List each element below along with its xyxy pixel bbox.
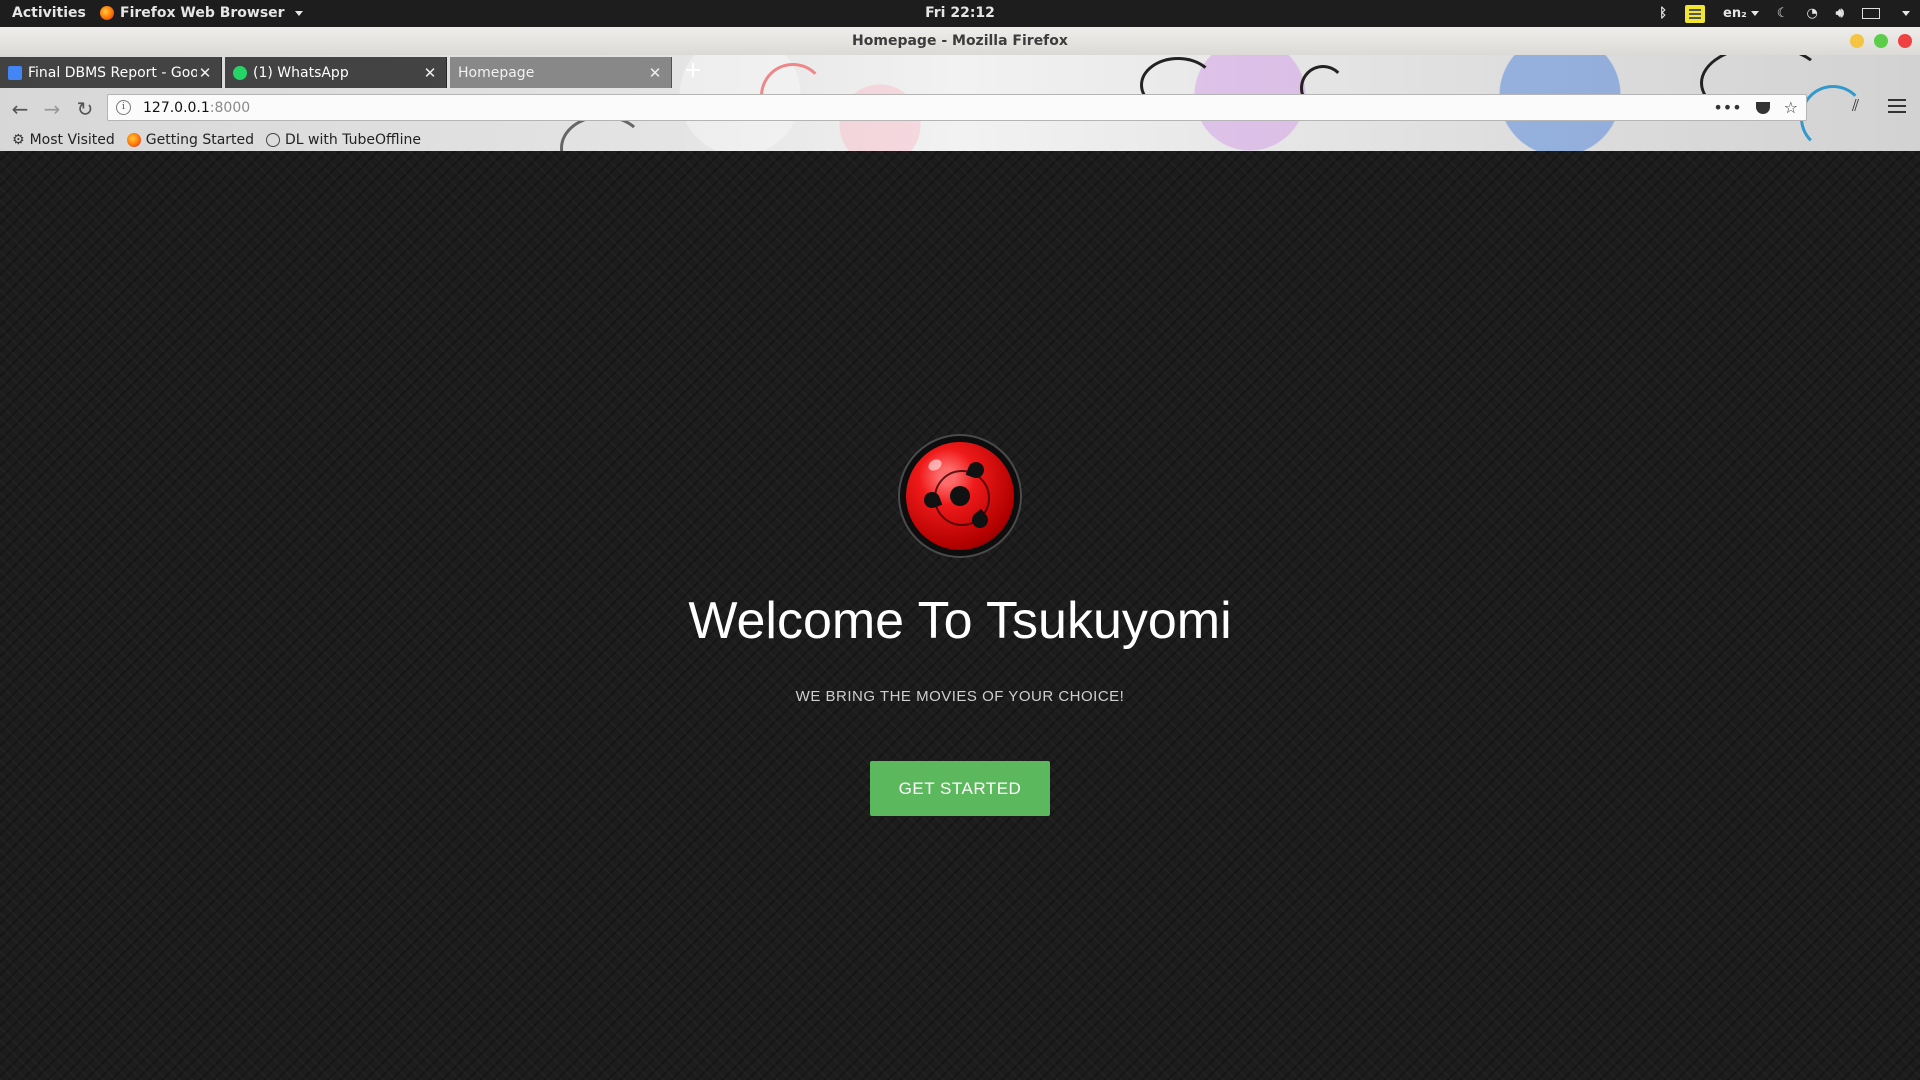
window-title: Homepage - Mozilla Firefox	[852, 33, 1068, 49]
site-info-icon[interactable]: i	[116, 100, 131, 115]
clock-wrap: Fri 22:12	[0, 5, 1920, 21]
wifi-icon[interactable]: ◔	[1806, 6, 1817, 21]
docs-icon	[8, 65, 22, 80]
bookmark-star-icon[interactable]: ☆	[1784, 98, 1798, 117]
globe-icon	[266, 133, 281, 147]
page-actions-icon[interactable]: •••	[1713, 98, 1741, 117]
logo-glint	[926, 457, 944, 473]
bookmark-label: Getting Started	[145, 132, 255, 148]
forward-button[interactable]: →	[38, 96, 66, 122]
volume-icon[interactable]: 🔊︎	[1836, 6, 1844, 21]
firefox-icon	[126, 133, 141, 147]
night-light-icon[interactable]: ☾	[1777, 6, 1789, 21]
page-tagline: WE BRING THE MOVIES OF YOUR CHOICE!	[795, 688, 1125, 705]
pocket-icon[interactable]	[1755, 101, 1770, 114]
bookmark-label: DL with TubeOffline	[285, 132, 421, 148]
library-icon[interactable]: ⫽	[1852, 98, 1868, 114]
tab-label: Homepage	[458, 64, 535, 81]
tab-homepage[interactable]: Homepage ✕	[450, 57, 672, 88]
hamburger-menu-icon[interactable]	[1888, 99, 1906, 113]
bookmarks-toolbar: ⚙ Most Visited Getting Started DL with T…	[0, 129, 1920, 151]
tab-strip: Final DBMS Report - Goo ✕ (1) WhatsApp ✕…	[0, 55, 1920, 89]
close-window-button[interactable]	[1898, 34, 1912, 48]
logo-pupil	[950, 486, 970, 506]
window-title-bar: Homepage - Mozilla Firefox	[0, 27, 1920, 55]
logo-iris	[906, 442, 1014, 550]
tab-docs[interactable]: Final DBMS Report - Goo ✕	[0, 57, 222, 88]
tab-label: Final DBMS Report - Goo	[28, 64, 197, 81]
url-bar[interactable]: i 127.0.0.1:8000 ••• ☆	[107, 94, 1807, 121]
close-icon[interactable]: ✕	[197, 64, 213, 82]
window-controls	[1850, 34, 1912, 48]
bluetooth-icon[interactable]: ᛒ	[1659, 6, 1667, 21]
close-icon[interactable]: ✕	[422, 64, 438, 82]
minimize-button[interactable]	[1850, 34, 1864, 48]
system-top-bar: Activities Firefox Web Browser Fri 22:12…	[0, 0, 1920, 27]
close-icon[interactable]: ✕	[647, 64, 663, 82]
input-method-label: en₂	[1723, 6, 1747, 21]
page-viewport: Welcome To Tsukuyomi WE BRING THE MOVIES…	[0, 151, 1920, 1080]
url-port: :8000	[209, 99, 251, 116]
system-menu-chevron-icon[interactable]	[1902, 11, 1910, 16]
tab-whatsapp[interactable]: (1) WhatsApp ✕	[225, 57, 447, 88]
system-tray: ᛒ en₂ ☾ ◔ 🔊︎	[1659, 3, 1910, 24]
navigation-toolbar: ← → ↻ i 127.0.0.1:8000 ••• ☆ ⫽	[0, 89, 1920, 129]
maximize-button[interactable]	[1874, 34, 1888, 48]
chevron-down-icon	[1750, 11, 1759, 16]
gear-icon: ⚙	[12, 132, 25, 148]
url-host: 127.0.0.1	[143, 99, 210, 116]
clock[interactable]: Fri 22:12	[925, 5, 995, 21]
input-method-indicator[interactable]: en₂	[1723, 6, 1759, 21]
bookmark-label: Most Visited	[29, 132, 115, 148]
whatsapp-icon	[233, 65, 247, 80]
browser-chrome: Final DBMS Report - Goo ✕ (1) WhatsApp ✕…	[0, 55, 1920, 151]
tab-label: (1) WhatsApp	[253, 64, 349, 81]
notes-indicator-icon[interactable]	[1685, 4, 1706, 23]
bookmark-getting-started[interactable]: Getting Started	[126, 132, 255, 148]
battery-icon[interactable]	[1862, 8, 1880, 19]
back-button[interactable]: ←	[6, 96, 34, 122]
sharingan-logo	[900, 436, 1020, 556]
bookmark-tubeoffline[interactable]: DL with TubeOffline	[266, 132, 421, 148]
new-tab-button[interactable]: +	[680, 59, 706, 85]
url-actions: ••• ☆	[1713, 98, 1806, 117]
page-headline: Welcome To Tsukuyomi	[688, 592, 1232, 650]
reload-button[interactable]: ↻	[71, 96, 99, 122]
get-started-button[interactable]: GET STARTED	[870, 761, 1050, 816]
bookmark-most-visited[interactable]: ⚙ Most Visited	[12, 132, 115, 148]
